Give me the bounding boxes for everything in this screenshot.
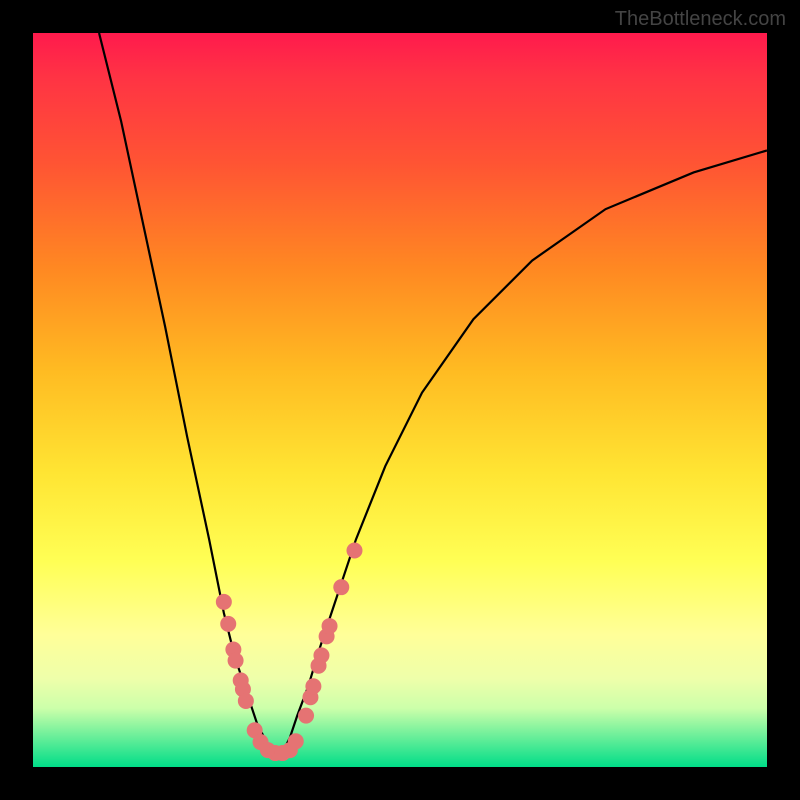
- data-marker: [235, 681, 251, 697]
- data-marker: [302, 689, 318, 705]
- data-marker: [322, 618, 338, 634]
- data-marker: [220, 616, 236, 632]
- data-marker: [275, 745, 291, 761]
- data-marker: [313, 647, 329, 663]
- data-marker: [253, 734, 269, 750]
- data-marker: [233, 672, 249, 688]
- data-marker: [260, 742, 276, 758]
- curve-lines: [99, 33, 767, 752]
- chart-frame: TheBottleneck.com: [0, 0, 800, 800]
- data-marker: [298, 708, 314, 724]
- data-marker: [319, 628, 335, 644]
- data-marker: [282, 742, 298, 758]
- data-marker: [267, 745, 283, 761]
- data-marker: [333, 579, 349, 595]
- data-marker: [247, 722, 263, 738]
- curve-left-curve: [99, 33, 271, 752]
- data-marker: [216, 594, 232, 610]
- curve-markers: [216, 542, 363, 761]
- data-marker: [305, 678, 321, 694]
- data-marker: [288, 733, 304, 749]
- chart-svg: [33, 33, 767, 767]
- plot-area: [33, 33, 767, 767]
- data-marker: [225, 642, 241, 658]
- data-marker: [228, 653, 244, 669]
- data-marker: [238, 693, 254, 709]
- watermark-text: TheBottleneck.com: [615, 8, 786, 31]
- curve-right-curve: [283, 150, 767, 752]
- data-marker: [311, 658, 327, 674]
- data-marker: [346, 542, 362, 558]
